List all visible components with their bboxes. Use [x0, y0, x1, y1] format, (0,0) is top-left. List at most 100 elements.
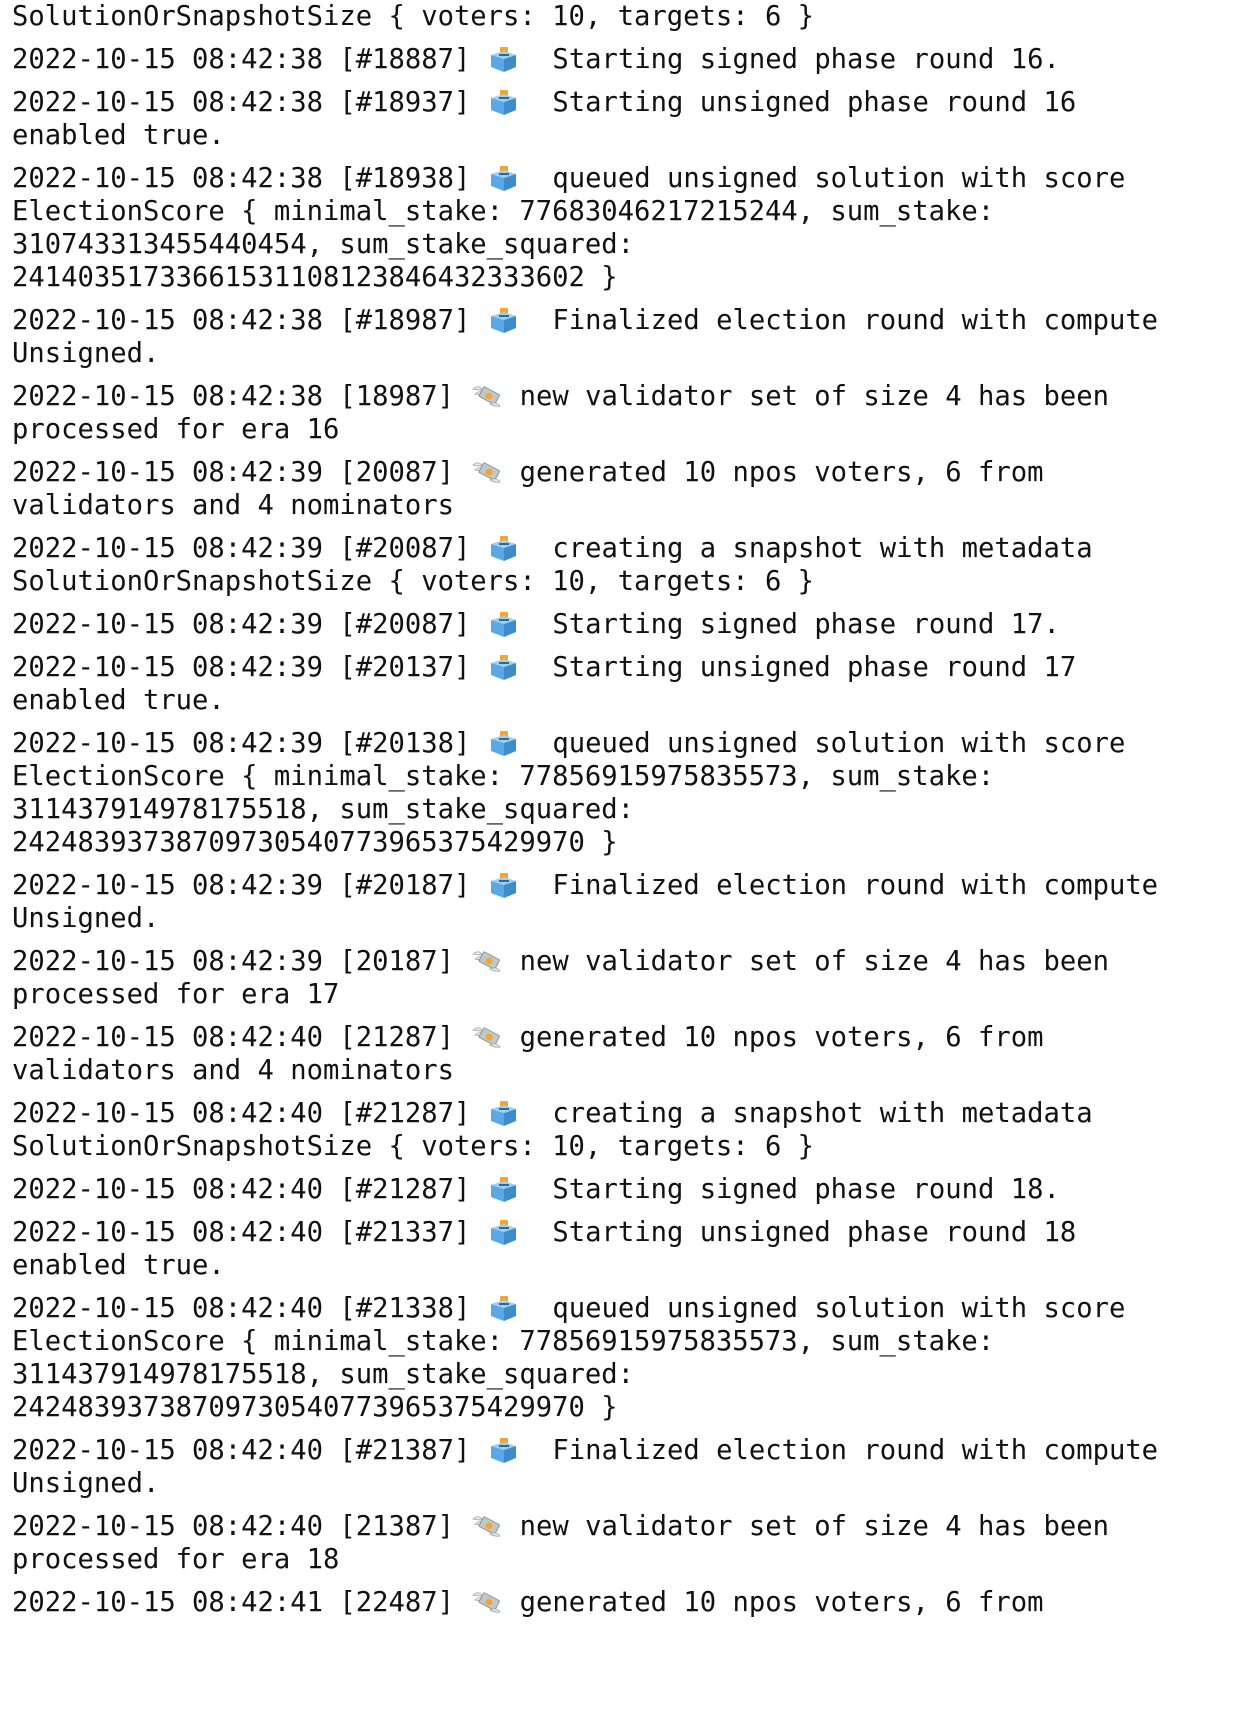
log-text: 2022-10-15 08:42:38 [#18938]	[12, 163, 487, 194]
money-with-wings-icon	[470, 946, 503, 976]
log-text: 2022-10-15 08:42:38 [#18937]	[12, 87, 487, 118]
log-text: 2022-10-15 08:42:39 [#20137]	[12, 652, 487, 683]
log-line-continuation: processed for era 16	[12, 413, 1236, 446]
money-with-wings-icon	[470, 1587, 503, 1617]
log-text: SolutionOrSnapshotSize { voters: 10, tar…	[12, 566, 815, 597]
log-line-continuation: validators and 4 nominators	[12, 489, 1236, 522]
log-text: SolutionOrSnapshotSize { voters: 10, tar…	[12, 1, 815, 32]
entry-spacer	[12, 446, 1236, 456]
log-text: new validator set of size 4 has been	[503, 1511, 1109, 1542]
log-line-continuation: ElectionScore { minimal_stake: 778569159…	[12, 1325, 1236, 1358]
log-text: validators and 4 nominators	[12, 490, 454, 521]
log-line: 2022-10-15 08:42:39 [#20187] Finalized e…	[12, 869, 1236, 902]
log-text: processed for era 18	[12, 1544, 340, 1575]
log-line-continuation: 311437914978175518, sum_stake_squared:	[12, 1358, 1236, 1391]
log-line: 2022-10-15 08:42:41 [22487] generated 10…	[12, 1586, 1236, 1619]
log-text: Finalized election round with compute	[519, 870, 1159, 901]
entry-spacer	[12, 152, 1236, 162]
log-line-continuation: enabled true.	[12, 684, 1236, 717]
log-line: 2022-10-15 08:42:38 [#18937] Starting un…	[12, 86, 1236, 119]
entry-spacer	[12, 859, 1236, 869]
log-line: 2022-10-15 08:42:39 [#20137] Starting un…	[12, 651, 1236, 684]
log-text: queued unsigned solution with score	[519, 1293, 1126, 1324]
log-text: 2022-10-15 08:42:39 [#20138]	[12, 728, 487, 759]
log-line: 2022-10-15 08:42:39 [#20138] queued unsi…	[12, 727, 1236, 760]
log-text: creating a snapshot with metadata	[519, 533, 1093, 564]
log-text: Starting signed phase round 16.	[519, 44, 1060, 75]
log-text: enabled true.	[12, 685, 225, 716]
log-text: Unsigned.	[12, 338, 160, 369]
money-with-wings-icon	[470, 1511, 503, 1541]
log-text: 2022-10-15 08:42:40 [#21287]	[12, 1174, 487, 1205]
log-text: validators and 4 nominators	[12, 1055, 454, 1086]
log-line: 2022-10-15 08:42:38 [#18987] Finalized e…	[12, 304, 1236, 337]
entry-spacer	[12, 717, 1236, 727]
log-text: 311437914978175518, sum_stake_squared:	[12, 1359, 634, 1390]
log-text: 2022-10-15 08:42:38 [#18987]	[12, 305, 487, 336]
log-line-continuation: 24140351733661531108123846432333602 }	[12, 261, 1236, 294]
log-text: 24248393738709730540773965375429970 }	[12, 827, 618, 858]
log-line-continuation: 24248393738709730540773965375429970 }	[12, 1391, 1236, 1424]
log-line: 2022-10-15 08:42:40 [#21337] Starting un…	[12, 1216, 1236, 1249]
log-text: Starting signed phase round 17.	[519, 609, 1060, 640]
ballot-box-icon	[487, 163, 520, 193]
log-text: 2022-10-15 08:42:40 [21387]	[12, 1511, 471, 1542]
log-text: Finalized election round with compute	[519, 305, 1159, 336]
ballot-box-icon	[487, 1435, 520, 1465]
log-line-continuation: processed for era 17	[12, 978, 1236, 1011]
log-text: Finalized election round with compute	[519, 1435, 1159, 1466]
ballot-box-icon	[487, 728, 520, 758]
log-text: processed for era 16	[12, 414, 340, 445]
log-text: 2022-10-15 08:42:40 [#21338]	[12, 1293, 487, 1324]
log-line: 2022-10-15 08:42:40 [#21338] queued unsi…	[12, 1292, 1236, 1325]
entry-spacer	[12, 33, 1236, 43]
ballot-box-icon	[487, 1098, 520, 1128]
money-with-wings-icon	[470, 457, 503, 487]
log-text: queued unsigned solution with score	[519, 163, 1126, 194]
log-line-continuation: enabled true.	[12, 1249, 1236, 1282]
log-text: 2022-10-15 08:42:39 [#20087]	[12, 609, 487, 640]
entry-spacer	[12, 1424, 1236, 1434]
log-text: generated 10 npos voters, 6 from	[503, 1587, 1044, 1618]
log-text: creating a snapshot with metadata	[519, 1098, 1093, 1129]
log-line-continuation: processed for era 18	[12, 1543, 1236, 1576]
entry-spacer	[12, 1011, 1236, 1021]
log-text: 310743313455440454, sum_stake_squared:	[12, 229, 634, 260]
ballot-box-icon	[487, 305, 520, 335]
log-text: Starting signed phase round 18.	[519, 1174, 1060, 1205]
log-text: SolutionOrSnapshotSize { voters: 10, tar…	[12, 1131, 815, 1162]
log-text: enabled true.	[12, 1250, 225, 1281]
log-line: 2022-10-15 08:42:40 [21387] new validato…	[12, 1510, 1236, 1543]
entry-spacer	[12, 522, 1236, 532]
log-text: new validator set of size 4 has been	[503, 946, 1109, 977]
log-line-continuation: 311437914978175518, sum_stake_squared:	[12, 793, 1236, 826]
log-text: 24248393738709730540773965375429970 }	[12, 1392, 618, 1423]
log-line-continuation: Unsigned.	[12, 1467, 1236, 1500]
entry-spacer	[12, 294, 1236, 304]
log-text: 2022-10-15 08:42:40 [#21287]	[12, 1098, 487, 1129]
log-text: Unsigned.	[12, 903, 160, 934]
entry-spacer	[12, 76, 1236, 86]
ballot-box-icon	[487, 1174, 520, 1204]
ballot-box-icon	[487, 1217, 520, 1247]
log-line: 2022-10-15 08:42:39 [#20087] Starting si…	[12, 608, 1236, 641]
log-text: Starting unsigned phase round 18	[519, 1217, 1077, 1248]
ballot-box-icon	[487, 1293, 520, 1323]
ballot-box-icon	[487, 533, 520, 563]
log-line-continuation: Unsigned.	[12, 902, 1236, 935]
entry-spacer	[12, 1500, 1236, 1510]
log-text: 2022-10-15 08:42:40 [#21387]	[12, 1435, 487, 1466]
log-text: 2022-10-15 08:42:39 [#20187]	[12, 870, 487, 901]
log-text: processed for era 17	[12, 979, 340, 1010]
ballot-box-icon	[487, 609, 520, 639]
log-text: 2022-10-15 08:42:40 [21287]	[12, 1022, 471, 1053]
log-line: 2022-10-15 08:42:40 [#21387] Finalized e…	[12, 1434, 1236, 1467]
entry-spacer	[12, 1282, 1236, 1292]
log-text: 2022-10-15 08:42:38 [18987]	[12, 381, 471, 412]
log-text: 2022-10-15 08:42:39 [#20087]	[12, 533, 487, 564]
log-line: 2022-10-15 08:42:39 [20187] new validato…	[12, 945, 1236, 978]
money-with-wings-icon	[470, 1022, 503, 1052]
log-line-continuation: SolutionOrSnapshotSize { voters: 10, tar…	[12, 1130, 1236, 1163]
entry-spacer	[12, 598, 1236, 608]
ballot-box-icon	[487, 652, 520, 682]
